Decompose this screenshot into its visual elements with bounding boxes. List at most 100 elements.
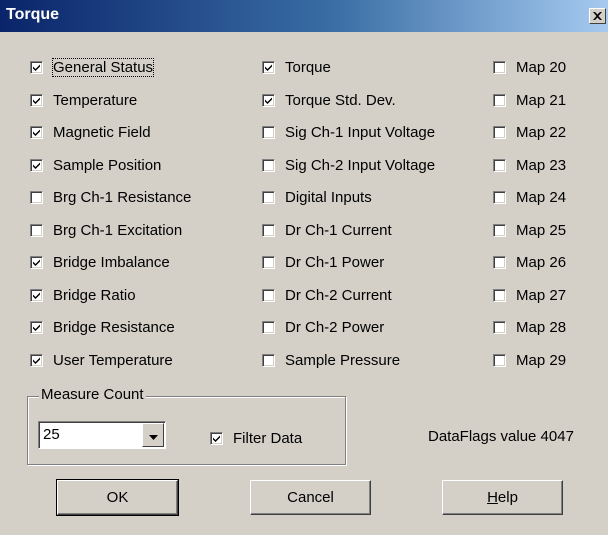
checkbox-sample-position[interactable]: Sample Position	[30, 154, 161, 176]
checkbox-label: Map 22	[516, 123, 567, 141]
ok-button-label: OK	[106, 489, 129, 506]
checkbox-magnetic-field[interactable]: Magnetic Field	[30, 121, 151, 143]
checkbox-label: Sig Ch-1 Input Voltage	[285, 123, 436, 141]
checkbox-label: Torque Std. Dev.	[285, 91, 396, 109]
checkbox-box[interactable]	[262, 288, 275, 302]
checkbox-map-28[interactable]: Map 28	[493, 316, 566, 338]
checkbox-box[interactable]	[493, 320, 506, 334]
checkbox-torque-std-dev[interactable]: Torque Std. Dev.	[262, 89, 396, 111]
checkbox-torque[interactable]: Torque	[262, 56, 331, 78]
help-button[interactable]: Help	[442, 480, 563, 515]
checkbox-box[interactable]	[262, 223, 275, 237]
checkbox-label: Digital Inputs	[285, 188, 372, 206]
checkbox-label: Map 26	[516, 253, 567, 271]
checkbox-label: Sample Pressure	[285, 351, 401, 369]
checkbox-user-temperature[interactable]: User Temperature	[30, 349, 173, 371]
check-icon	[33, 324, 40, 331]
checkbox-label: Map 24	[516, 188, 567, 206]
checkbox-box[interactable]	[493, 255, 506, 269]
checkbox-map-22[interactable]: Map 22	[493, 121, 566, 143]
checkbox-sample-pressure[interactable]: Sample Pressure	[262, 349, 400, 371]
checkbox-box[interactable]	[493, 288, 506, 302]
check-icon	[33, 259, 40, 266]
checkbox-box[interactable]	[262, 60, 275, 74]
close-button[interactable]	[589, 8, 606, 24]
checkbox-map-29[interactable]: Map 29	[493, 349, 566, 371]
checkbox-temperature[interactable]: Temperature	[30, 89, 137, 111]
checkbox-box[interactable]	[30, 288, 43, 302]
checkbox-label: Bridge Imbalance	[53, 253, 170, 271]
checkbox-box[interactable]	[30, 125, 43, 139]
checkbox-label: Sample Position	[53, 156, 162, 174]
checkbox-box[interactable]	[493, 93, 506, 107]
check-icon	[33, 357, 40, 364]
checkbox-box[interactable]	[262, 93, 275, 107]
checkbox-box[interactable]	[262, 125, 275, 139]
checkbox-box[interactable]	[262, 255, 275, 269]
checkbox-box[interactable]	[30, 60, 43, 74]
checkbox-label: Bridge Ratio	[53, 286, 136, 304]
checkbox-box[interactable]	[30, 190, 43, 204]
title-bar[interactable]: Torque	[0, 0, 608, 32]
checkbox-map-21[interactable]: Map 21	[493, 89, 566, 111]
checkbox-label: User Temperature	[53, 351, 173, 369]
checkbox-map-23[interactable]: Map 23	[493, 154, 566, 176]
checkbox-box[interactable]	[262, 190, 275, 204]
checkbox-box[interactable]	[262, 320, 275, 334]
checkbox-map-27[interactable]: Map 27	[493, 284, 566, 306]
check-icon	[265, 64, 272, 71]
checkbox-box[interactable]	[262, 158, 275, 172]
ok-button[interactable]: OK	[56, 479, 179, 516]
checkbox-label: Bridge Resistance	[53, 318, 175, 336]
dropdown-button[interactable]	[142, 423, 164, 447]
check-icon	[33, 292, 40, 299]
checkbox-brg-ch-1-excitation[interactable]: Brg Ch-1 Excitation	[30, 219, 182, 241]
checkbox-box[interactable]	[30, 353, 43, 367]
checkbox-bridge-ratio[interactable]: Bridge Ratio	[30, 284, 136, 306]
checkbox-digital-inputs[interactable]: Digital Inputs	[262, 186, 372, 208]
checkbox-box[interactable]	[493, 190, 506, 204]
checkbox-box[interactable]	[493, 353, 506, 367]
checkbox-box[interactable]	[30, 223, 43, 237]
checkbox-bridge-imbalance[interactable]: Bridge Imbalance	[30, 251, 170, 273]
checkbox-box[interactable]	[493, 60, 506, 74]
checkbox-bridge-resistance[interactable]: Bridge Resistance	[30, 316, 175, 338]
help-rest: elp	[497, 489, 518, 506]
checkbox-label: Dr Ch-1 Power	[285, 253, 385, 271]
checkbox-label: Sig Ch-2 Input Voltage	[285, 156, 436, 174]
checkbox-box[interactable]	[30, 320, 43, 334]
filter-data-box[interactable]	[210, 431, 223, 445]
checkbox-box[interactable]	[493, 223, 506, 237]
checkbox-map-26[interactable]: Map 26	[493, 251, 566, 273]
check-icon	[33, 162, 40, 169]
checkbox-map-20[interactable]: Map 20	[493, 56, 566, 78]
measure-count-value: 25	[43, 426, 60, 443]
checkbox-sig-ch-2-input-voltage[interactable]: Sig Ch-2 Input Voltage	[262, 154, 435, 176]
checkbox-dr-ch-1-current[interactable]: Dr Ch-1 Current	[262, 219, 392, 241]
cancel-button[interactable]: Cancel	[250, 480, 371, 515]
checkbox-map-25[interactable]: Map 25	[493, 219, 566, 241]
checkbox-sig-ch-1-input-voltage[interactable]: Sig Ch-1 Input Voltage	[262, 121, 435, 143]
checkbox-box[interactable]	[493, 158, 506, 172]
checkbox-dr-ch-1-power[interactable]: Dr Ch-1 Power	[262, 251, 384, 273]
checkbox-box[interactable]	[30, 158, 43, 172]
checkbox-brg-ch-1-resistance[interactable]: Brg Ch-1 Resistance	[30, 186, 191, 208]
check-icon	[265, 97, 272, 104]
checkbox-label: Dr Ch-1 Current	[285, 221, 392, 239]
checkbox-box[interactable]	[30, 93, 43, 107]
checkbox-box[interactable]	[493, 125, 506, 139]
checkbox-dr-ch-2-power[interactable]: Dr Ch-2 Power	[262, 316, 384, 338]
help-mnemonic: H	[487, 489, 498, 506]
checkbox-box[interactable]	[262, 353, 275, 367]
checkbox-label: Map 20	[516, 58, 567, 76]
checkbox-label: Map 29	[516, 351, 567, 369]
filter-data-checkbox[interactable]: Filter Data	[210, 427, 302, 449]
measure-count-combobox[interactable]: 25	[38, 421, 166, 449]
checkbox-dr-ch-2-current[interactable]: Dr Ch-2 Current	[262, 284, 392, 306]
checkbox-map-24[interactable]: Map 24	[493, 186, 566, 208]
checkbox-label: Dr Ch-2 Current	[285, 286, 392, 304]
checkbox-box[interactable]	[30, 255, 43, 269]
filter-data-label: Filter Data	[233, 429, 303, 447]
checkbox-label: Map 21	[516, 91, 567, 109]
checkbox-general-status[interactable]: General Status	[30, 56, 155, 78]
